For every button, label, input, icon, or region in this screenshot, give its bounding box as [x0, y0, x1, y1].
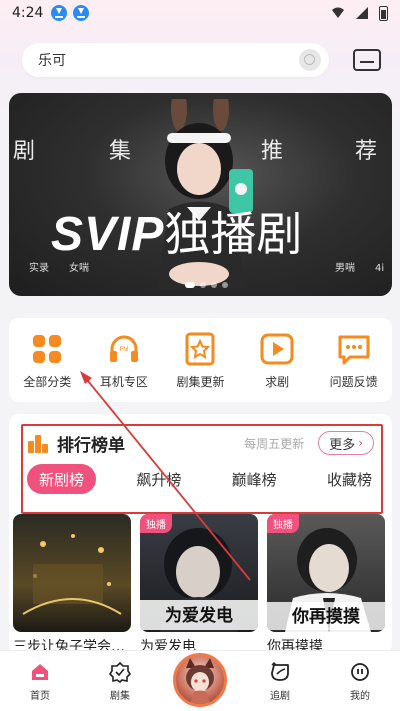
search-input[interactable]: 乐可	[22, 43, 329, 77]
drama-cover: 为爱发电 独播	[140, 514, 258, 632]
profile-icon	[351, 663, 369, 681]
carousel-dot	[185, 282, 195, 288]
svg-text:FM: FM	[120, 347, 129, 353]
message-icon	[338, 335, 370, 364]
chevron-right-icon: ›	[358, 436, 363, 450]
banner-label: 荐	[355, 139, 380, 164]
carousel-indicator	[185, 282, 228, 288]
ranking-tabs: 新剧榜 飙升榜 巅峰榜 收藏榜	[27, 464, 382, 494]
exclusive-badge: 独播	[267, 514, 299, 533]
drama-card[interactable]: 为爱发电 独播 为爱发电	[140, 514, 258, 654]
carousel-dot	[222, 282, 228, 288]
shortcut-label: 求剧	[265, 374, 290, 389]
search-row: 乐可	[22, 42, 386, 78]
more-button[interactable]: 更多 ›	[318, 431, 374, 455]
drama-cover: 你再摸摸 独播	[267, 514, 385, 632]
banner-label: 集	[109, 139, 134, 164]
banner-tag: 女喘	[69, 263, 89, 274]
tab-rising[interactable]: 飙升榜	[126, 464, 191, 494]
banner-title-cn: 独播剧	[164, 207, 303, 261]
search-icon[interactable]	[299, 49, 321, 71]
battery-icon	[379, 5, 388, 21]
tab-label: 剧集	[110, 691, 130, 702]
shortcut-label: 问题反馈	[329, 374, 378, 389]
carousel-dot	[200, 282, 206, 288]
shortcut-all-categories[interactable]: 全部分类	[11, 331, 83, 390]
ranking-title: 排行榜单	[57, 435, 125, 456]
banner-title: SVIP独播剧	[51, 198, 302, 264]
following-icon	[271, 662, 289, 681]
tab-label: 首页	[30, 691, 50, 702]
shortcut-drama-updates[interactable]: 剧集更新	[164, 331, 236, 390]
headphones-icon: FM	[109, 335, 138, 362]
carousel-dot	[211, 282, 217, 288]
tab-label: 我的	[350, 691, 370, 702]
shortcut-headphones[interactable]: FM 耳机专区	[88, 331, 160, 390]
download-icon	[51, 5, 68, 21]
tab-new-drama[interactable]: 新剧榜	[27, 464, 97, 494]
shortcut-label: 剧集更新	[176, 374, 225, 389]
shortcut-label: 全部分类	[23, 374, 72, 389]
drama-card[interactable]: 你再摸摸 独播 你再摸摸	[267, 514, 385, 654]
cover-text: 你再摸摸	[291, 606, 360, 627]
status-bar: 4:24	[0, 0, 400, 26]
search-query: 乐可	[38, 53, 66, 69]
shortcut-bar: 全部分类 FM 耳机专区 剧集更新 求剧 问题反馈	[9, 318, 392, 402]
banner-tag: 实录	[29, 263, 49, 274]
banner-carousel[interactable]: 剧 集 推 荐 SVIP独播剧 实录 女喘 男喘 4i	[9, 93, 392, 296]
home-icon	[32, 664, 48, 680]
tab-favorites[interactable]: 收藏榜	[317, 464, 382, 494]
status-time: 4:24	[12, 5, 44, 21]
banner-title-latin: SVIP	[51, 208, 165, 261]
drama-cover	[13, 514, 131, 632]
star-bookmark-icon	[185, 332, 215, 365]
grid-icon	[33, 334, 62, 363]
shortcut-label: 耳机专区	[99, 374, 148, 389]
cell-signal-icon	[356, 7, 368, 19]
more-label: 更多	[329, 437, 356, 453]
exclusive-badge: 独播	[140, 514, 172, 533]
bottom-tab-bar: 首页 剧集 追剧 我的	[0, 650, 400, 711]
shortcut-feedback[interactable]: 问题反馈	[318, 331, 390, 390]
ranking-icon	[28, 435, 48, 453]
play-icon	[260, 333, 294, 364]
drama-card[interactable]: 三步让兔子学会…	[13, 514, 131, 654]
banner-tag: 男喘	[335, 263, 355, 274]
tab-following[interactable]: 追剧	[250, 661, 310, 702]
tab-profile[interactable]: 我的	[330, 661, 390, 702]
tab-label: 追剧	[270, 691, 290, 702]
wifi-icon	[332, 7, 344, 18]
tab-home[interactable]: 首页	[10, 661, 70, 702]
tab-drama[interactable]: 剧集	[90, 661, 150, 702]
banner-label: 剧	[13, 139, 38, 164]
tab-peak[interactable]: 巅峰榜	[222, 464, 287, 494]
tab-center-avatar[interactable]	[170, 653, 230, 707]
banner-label: 推	[261, 139, 286, 164]
inbox-icon[interactable]	[353, 49, 381, 71]
ranking-header: 排行榜单 每周五更新 更多 ›	[27, 430, 380, 456]
download-icon	[73, 5, 90, 21]
drama-badge-icon	[109, 661, 131, 683]
ranking-update-note: 每周五更新	[244, 436, 305, 451]
avatar	[173, 653, 227, 707]
cover-text: 为爱发电	[165, 605, 233, 626]
ranking-panel: 排行榜单 每周五更新 更多 › 新剧榜 飙升榜 巅峰榜 收藏榜 三步让兔子学会……	[9, 414, 392, 654]
avatar-illustration	[186, 658, 214, 704]
ranking-card-list: 三步让兔子学会… 为爱发电 独播 为爱发电 你再摸摸 独播 你再摸摸	[13, 514, 392, 654]
cover-image-rabbit	[13, 514, 131, 632]
banner-tag: 4i	[375, 263, 385, 274]
shortcut-request-drama[interactable]: 求剧	[241, 331, 313, 390]
